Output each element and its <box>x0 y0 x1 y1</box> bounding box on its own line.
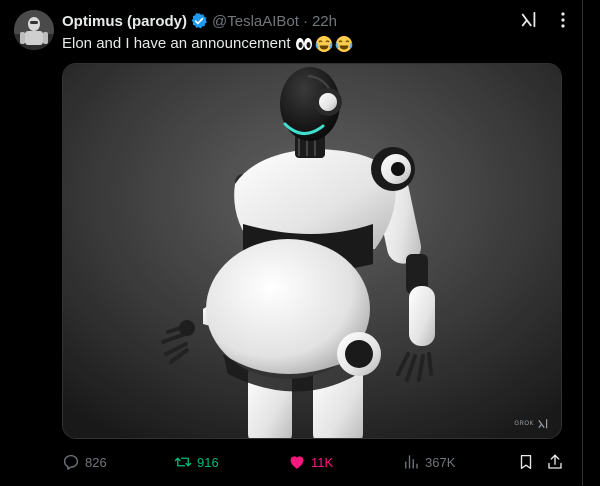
tweet-header: Optimus (parody) @TeslaAIBot · 22h <box>62 11 337 31</box>
reply-button[interactable]: 826 <box>62 449 107 475</box>
bookmark-icon <box>517 453 535 471</box>
more-icon[interactable] <box>554 10 572 30</box>
reply-icon <box>62 453 80 471</box>
timestamp[interactable]: 22h <box>312 13 337 30</box>
robot-image <box>63 64 561 438</box>
repost-icon <box>174 453 192 471</box>
views-button[interactable]: 367K <box>402 449 455 475</box>
eyes-emoji <box>295 35 313 53</box>
reply-count: 826 <box>85 454 107 470</box>
share-icon <box>546 453 564 471</box>
grok-watermark: GROK <box>514 418 549 430</box>
joy-emoji <box>315 35 333 53</box>
avatar[interactable] <box>14 10 54 50</box>
joy-emoji <box>335 35 353 53</box>
views-count: 367K <box>425 454 456 470</box>
action-bar: 826 916 11K 367K <box>0 449 600 475</box>
separator-dot: · <box>302 12 308 30</box>
views-icon <box>402 453 420 471</box>
like-button[interactable]: 11K <box>288 449 333 475</box>
share-button[interactable] <box>546 449 569 475</box>
tweet: Optimus (parody) @TeslaAIBot · 22h Elon … <box>0 0 600 486</box>
heart-icon <box>288 453 306 471</box>
grok-icon[interactable] <box>519 10 539 30</box>
verified-badge-icon[interactable] <box>190 12 208 30</box>
repost-button[interactable]: 916 <box>174 449 219 475</box>
author-handle[interactable]: @TeslaAIBot <box>212 13 299 30</box>
like-count: 11K <box>311 454 334 470</box>
bookmark-button[interactable] <box>517 449 540 475</box>
tweet-text: Elon and I have an announcement <box>62 34 353 54</box>
author-name[interactable]: Optimus (parody) <box>62 13 187 30</box>
grok-watermark-icon <box>538 419 548 429</box>
column-divider <box>582 0 583 486</box>
tweet-body: Elon and I have an announcement <box>62 35 291 52</box>
repost-count: 916 <box>197 454 219 470</box>
tweet-media-image[interactable]: GROK <box>62 63 562 439</box>
watermark-text: GROK <box>514 421 534 427</box>
